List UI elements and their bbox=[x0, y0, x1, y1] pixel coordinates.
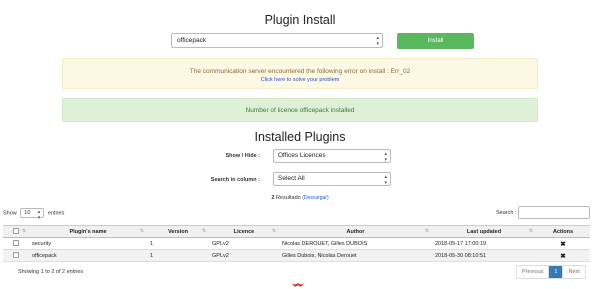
row-checkbox[interactable] bbox=[13, 240, 19, 247]
entries-select[interactable]: 10 ▴ ▾ bbox=[20, 208, 45, 221]
result-line: 2 Resultado (Descargar) bbox=[0, 195, 600, 201]
next-page-button[interactable]: Next bbox=[562, 266, 584, 278]
cell-last-updated: 2018-05-17 17:00:19 bbox=[432, 237, 536, 250]
cell-plugin-name: officepack bbox=[29, 249, 147, 262]
search-input[interactable] bbox=[518, 206, 590, 219]
search-column-select[interactable]: Select All ▴ ▾ bbox=[273, 172, 391, 186]
entries-label: entries bbox=[47, 210, 65, 217]
sort-icon: ⇅ bbox=[271, 228, 276, 234]
col-version[interactable]: Version ⇅ bbox=[147, 225, 209, 238]
search-column-label: Search in column : bbox=[210, 177, 260, 183]
table-header-row: ⇅ Plugin's name ⇅ Version ⇅ Licence ⇅ Autho… bbox=[3, 225, 590, 238]
success-message: Number of licence officepack installed bbox=[245, 107, 355, 114]
sort-icon: ⇅ bbox=[424, 228, 429, 234]
col-plugin-name[interactable]: Plugin's name ⇅ bbox=[29, 225, 147, 238]
col-last-updated[interactable]: Last updated ⇅ bbox=[432, 225, 536, 238]
cell-actions: ✖ bbox=[536, 249, 590, 262]
select-caret-icon: ▴ ▾ bbox=[376, 35, 379, 47]
page-1-button[interactable]: 1 bbox=[549, 266, 563, 278]
show-hide-select[interactable]: Offices Licences ▴ ▾ bbox=[273, 149, 391, 163]
cell-actions: ✖ bbox=[536, 237, 590, 250]
previous-page-button[interactable]: Previous bbox=[517, 266, 550, 278]
pagination: Previous 1 Next bbox=[516, 265, 586, 279]
delete-icon[interactable]: ✖ bbox=[560, 253, 565, 260]
result-text: Resultado bbox=[275, 195, 301, 201]
delete-icon[interactable]: ✖ bbox=[560, 241, 565, 248]
entries-length-control: Show 10 ▴ ▾ entries bbox=[3, 208, 65, 221]
table-info: Showing 1 to 2 of 2 entries bbox=[18, 269, 84, 275]
select-all-header[interactable]: ⇅ bbox=[3, 225, 29, 238]
sort-icon: ⇅ bbox=[528, 228, 533, 234]
plugin-select[interactable]: officepack ▴ ▾ bbox=[171, 33, 383, 48]
row-select-cell[interactable] bbox=[3, 237, 29, 250]
col-licence[interactable]: Licence ⇅ bbox=[209, 225, 279, 238]
error-message: The communication server encountered the… bbox=[189, 68, 411, 75]
cell-last-updated: 2018-05-30 08:10:51 bbox=[432, 249, 536, 262]
sort-icon: ⇅ bbox=[139, 228, 144, 234]
show-hide-value: Offices Licences bbox=[278, 152, 326, 159]
show-label: Show bbox=[3, 210, 17, 217]
logo-icon bbox=[292, 283, 304, 287]
select-caret-icon: ▴ ▾ bbox=[384, 174, 387, 186]
plugin-install-title: Plugin Install bbox=[264, 13, 336, 27]
row-select-cell[interactable] bbox=[3, 249, 29, 262]
search-label: Search : bbox=[496, 210, 517, 216]
install-button[interactable]: Install bbox=[397, 33, 474, 49]
table-row: officepack 1 GPLv2 Gilles Dubois, Nicola… bbox=[3, 249, 590, 262]
select-all-checkbox[interactable] bbox=[13, 228, 19, 235]
error-alert: The communication server encountered the… bbox=[62, 58, 538, 89]
sort-icon: ⇅ bbox=[201, 228, 206, 234]
cell-author: Nicolas DEROUET, Gilles DUBOIS bbox=[279, 237, 432, 250]
cell-version: 1 bbox=[147, 237, 209, 250]
result-count: 2 bbox=[271, 195, 275, 201]
plugin-select-value: officepack bbox=[177, 37, 207, 44]
col-author[interactable]: Author ⇅ bbox=[279, 225, 432, 238]
show-hide-label: Show / Hide : bbox=[225, 153, 260, 159]
cell-licence: GPLv2 bbox=[209, 249, 279, 262]
select-caret-icon: ▴ ▾ bbox=[37, 209, 41, 221]
select-caret-icon: ▴ ▾ bbox=[384, 151, 387, 163]
cell-author: Gilles Dubois, Nicolas Derouet bbox=[279, 249, 432, 262]
cell-licence: GPLv2 bbox=[209, 237, 279, 250]
table-row: security 1 GPLv2 Nicolas DEROUET, Gilles… bbox=[3, 237, 590, 250]
cell-plugin-name: security bbox=[29, 237, 147, 250]
sort-icon: ⇅ bbox=[21, 228, 26, 234]
cell-version: 1 bbox=[147, 249, 209, 262]
search-column-value: Select All bbox=[278, 175, 305, 182]
solve-problem-link[interactable]: Click here to solve your problem bbox=[63, 77, 537, 83]
row-checkbox[interactable] bbox=[13, 252, 19, 259]
plugins-table: ⇅ Plugin's name ⇅ Version ⇅ Licence ⇅ Autho… bbox=[3, 225, 590, 262]
installed-plugins-title: Installed Plugins bbox=[254, 130, 346, 144]
entries-value: 10 bbox=[24, 210, 31, 216]
col-actions: Actions bbox=[536, 225, 590, 238]
success-alert: Number of licence officepack installed bbox=[62, 98, 538, 122]
download-link[interactable]: (Descargar) bbox=[302, 195, 328, 201]
